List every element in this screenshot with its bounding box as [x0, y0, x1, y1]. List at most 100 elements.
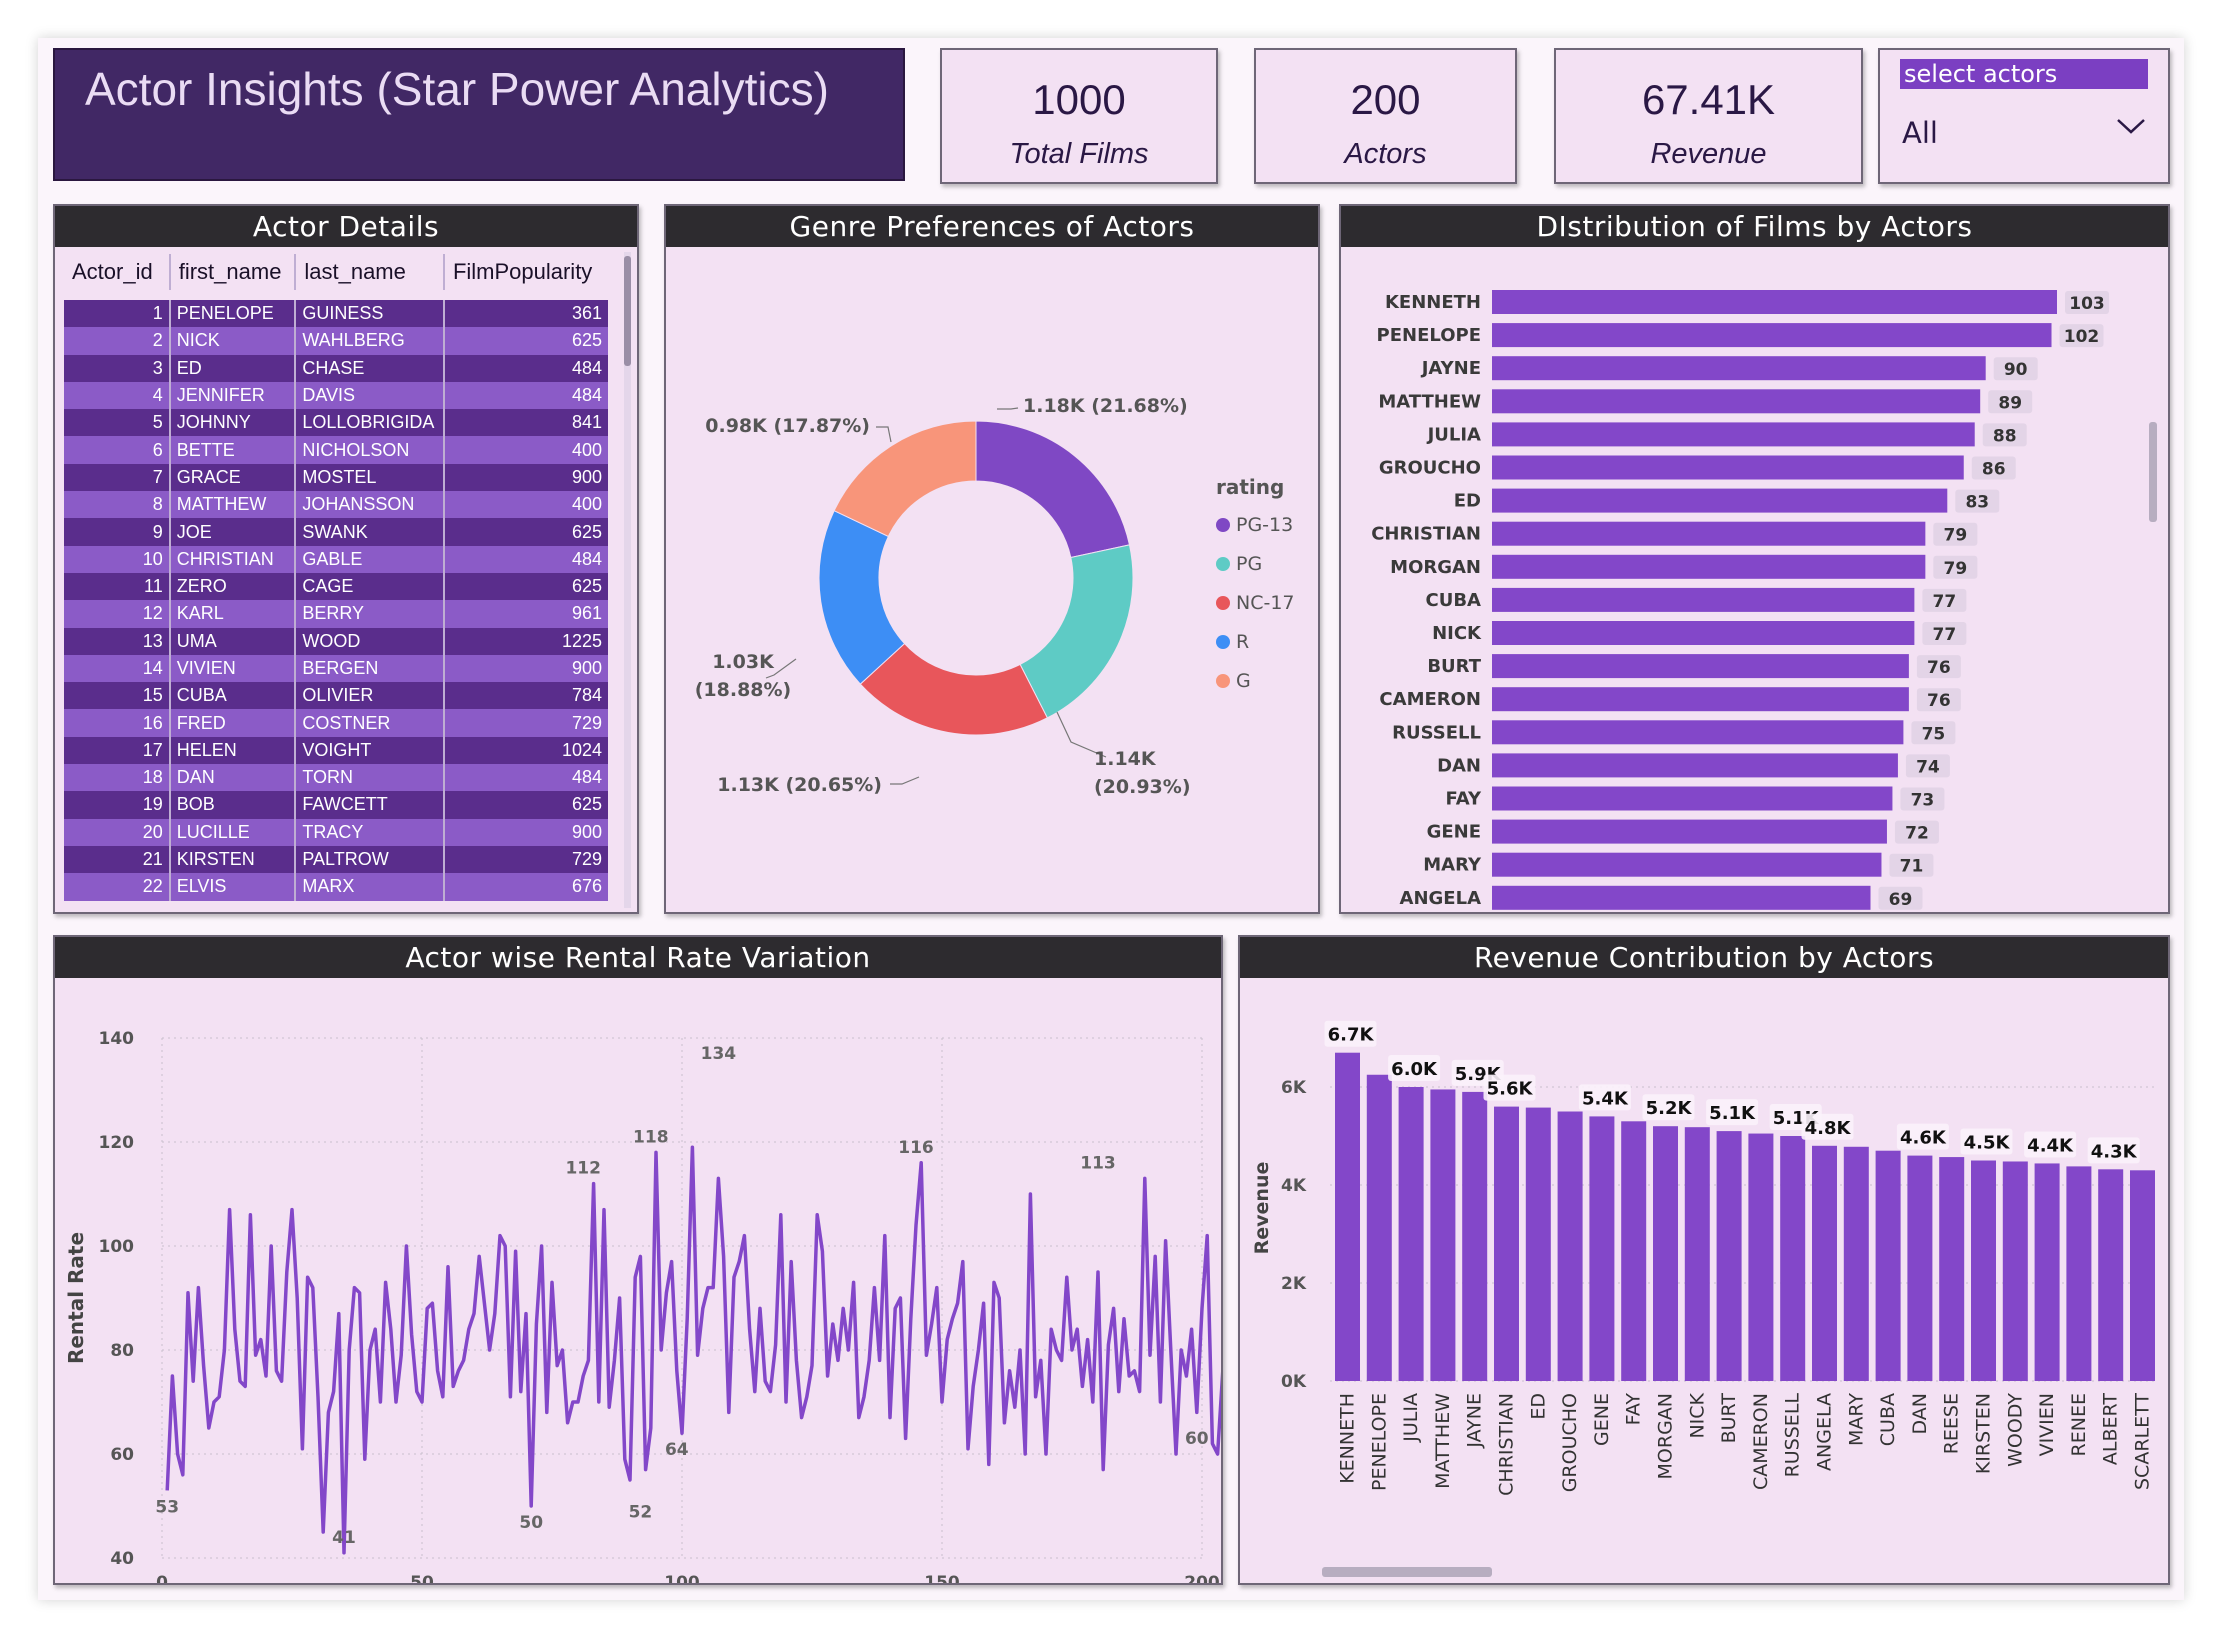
- table-cell: 4: [64, 381, 170, 410]
- table-scrollbar[interactable]: [624, 252, 631, 908]
- table-row[interactable]: 2 NICK WAHLBERG 625: [64, 327, 608, 355]
- category-label: ED: [1527, 1393, 1549, 1420]
- table-row[interactable]: 16 FRED COSTNER 729: [64, 709, 608, 737]
- table-cell: CUBA: [168, 682, 296, 710]
- kpi-value: 1000: [1032, 76, 1126, 123]
- bar: [1430, 1089, 1456, 1381]
- table-row[interactable]: 15 CUBA OLIVIER 784: [64, 682, 608, 710]
- data-label: (20.93%): [1094, 776, 1191, 798]
- table-cell: JENNIFER: [168, 381, 296, 410]
- table-row[interactable]: 17 HELEN VOIGHT 1024: [64, 736, 608, 765]
- y-tick-label: 4K: [1281, 1176, 1307, 1196]
- category-label: SCARLETT: [2132, 1393, 2154, 1490]
- y-axis-title: Rental Rate: [64, 1232, 88, 1364]
- table-cell: PENELOPE: [168, 300, 296, 328]
- bar: [1525, 1107, 1551, 1381]
- data-label: 79: [1944, 526, 1968, 546]
- table-cell: 16: [64, 709, 170, 737]
- column-header[interactable]: first_name: [168, 254, 296, 290]
- table-cell: MATTHEW: [168, 491, 296, 519]
- table-row[interactable]: 6 BETTE NICHOLSON 400: [64, 436, 608, 464]
- category-label: GENE: [1591, 1393, 1613, 1446]
- category-label: REESE: [1941, 1393, 1963, 1454]
- table-row[interactable]: 18 DAN TORN 484: [64, 764, 608, 792]
- panel-title: DIstribution of Films by Actors: [1341, 206, 2168, 247]
- table-cell: WAHLBERG: [294, 327, 444, 355]
- table-row[interactable]: 14 VIVIEN BERGEN 900: [64, 654, 608, 683]
- table-cell: 9: [64, 518, 170, 546]
- data-label: 69: [1889, 890, 1913, 910]
- data-label: 73: [1911, 791, 1935, 811]
- legend-swatch: [1216, 674, 1230, 688]
- table-row[interactable]: 11 ZERO CAGE 625: [64, 572, 608, 601]
- table-row[interactable]: 12 KARL BERRY 961: [64, 600, 608, 628]
- category-label: DAN: [1909, 1393, 1931, 1435]
- data-label: (18.88%): [695, 679, 792, 701]
- table-cell: 676: [442, 873, 608, 901]
- kpi-label: Actors: [1344, 138, 1427, 170]
- films-distribution-panel: DIstribution of Films by Actors KENNETH 1…: [1339, 204, 2170, 914]
- bar: [1492, 488, 1948, 513]
- table-row[interactable]: 7 GRACE MOSTEL 900: [64, 463, 608, 492]
- point-label: 60: [1185, 1429, 1209, 1449]
- bar: [1557, 1111, 1583, 1381]
- data-label: 5.2K: [1646, 1098, 1693, 1119]
- table-row[interactable]: 5 JOHNNY LOLLOBRIGIDA 841: [64, 409, 608, 437]
- table-cell: ZERO: [168, 572, 296, 601]
- bar: [1939, 1157, 1965, 1381]
- y-tick-label: 6K: [1281, 1078, 1307, 1098]
- table-cell: 484: [442, 354, 608, 382]
- table-scrollbar-thumb[interactable]: [624, 256, 631, 366]
- table-cell: VIVIEN: [168, 654, 296, 683]
- data-label: 4.3K: [2091, 1141, 2138, 1162]
- table-row[interactable]: 13 UMA WOOD 1225: [64, 627, 608, 655]
- category-label: MATTHEW: [1378, 391, 1481, 412]
- actor-details-panel: Actor Details Actor_id first_name last_n…: [53, 204, 639, 914]
- column-header[interactable]: last_name: [294, 254, 444, 290]
- category-label: GROUCHO: [1379, 458, 1481, 479]
- table-row[interactable]: 9 JOE SWANK 625: [64, 518, 608, 546]
- table-row[interactable]: 21 KIRSTEN PALTROW 729: [64, 845, 608, 874]
- chart-scrollbar[interactable]: [1322, 1567, 1492, 1577]
- table-cell: 625: [442, 572, 608, 601]
- table-cell: 900: [442, 654, 608, 683]
- table-row[interactable]: 3 ED CHASE 484: [64, 354, 608, 382]
- category-label: KIRSTEN: [1973, 1393, 1995, 1474]
- data-label: 103: [2069, 294, 2105, 314]
- table-cell: 841: [442, 409, 608, 437]
- point-label: 118: [633, 1127, 669, 1147]
- category-label: GROUCHO: [1559, 1393, 1581, 1492]
- x-tick-label: 100: [664, 1573, 700, 1583]
- table-cell: 361: [442, 300, 608, 328]
- table-row[interactable]: 8 MATTHEW JOHANSSON 400: [64, 491, 608, 519]
- table-cell: UMA: [168, 627, 296, 655]
- table-cell: PALTROW: [294, 845, 444, 874]
- genre-preferences-panel: Genre Preferences of Actors 1.18K (21.68…: [664, 204, 1320, 914]
- table-cell: 2: [64, 327, 170, 355]
- chevron-down-icon[interactable]: [2116, 110, 2146, 143]
- chart-scrollbar[interactable]: [2149, 422, 2157, 522]
- table-row[interactable]: 19 BOB FAWCETT 625: [64, 791, 608, 819]
- line-chart: 40 60 80 100 120 140 0 50 100 150 200 53 41 50 112 52 11…: [64, 1029, 1221, 1583]
- x-tick-label: 0: [156, 1573, 168, 1583]
- slicer-selected-value[interactable]: All: [1902, 116, 1938, 150]
- actor-slicer[interactable]: select actors All: [1878, 48, 2170, 184]
- category-label: ED: [1454, 491, 1481, 512]
- data-label: 1.18K (21.68%): [1023, 395, 1188, 417]
- bar: [2034, 1163, 2060, 1381]
- table-row[interactable]: 1 PENELOPE GUINESS 361: [64, 300, 608, 328]
- table-row[interactable]: 4 JENNIFER DAVIS 484: [64, 381, 608, 410]
- table-cell: CHASE: [294, 354, 444, 382]
- data-label: 4.5K: [1964, 1133, 2011, 1154]
- category-label: ANGELA: [1400, 888, 1482, 909]
- legend-label: PG: [1236, 553, 1262, 575]
- table-row[interactable]: 20 LUCILLE TRACY 900: [64, 818, 608, 846]
- leader-line: [890, 776, 920, 785]
- category-label: NICK: [1432, 623, 1482, 644]
- column-header[interactable]: FilmPopularity: [442, 254, 608, 290]
- table-row[interactable]: 10 CHRISTIAN GABLE 484: [64, 545, 608, 573]
- table-cell: 5: [64, 409, 170, 437]
- table-cell: OLIVIER: [294, 682, 444, 710]
- table-row[interactable]: 22 ELVIS MARX 676: [64, 873, 608, 901]
- column-header[interactable]: Actor_id: [64, 254, 170, 290]
